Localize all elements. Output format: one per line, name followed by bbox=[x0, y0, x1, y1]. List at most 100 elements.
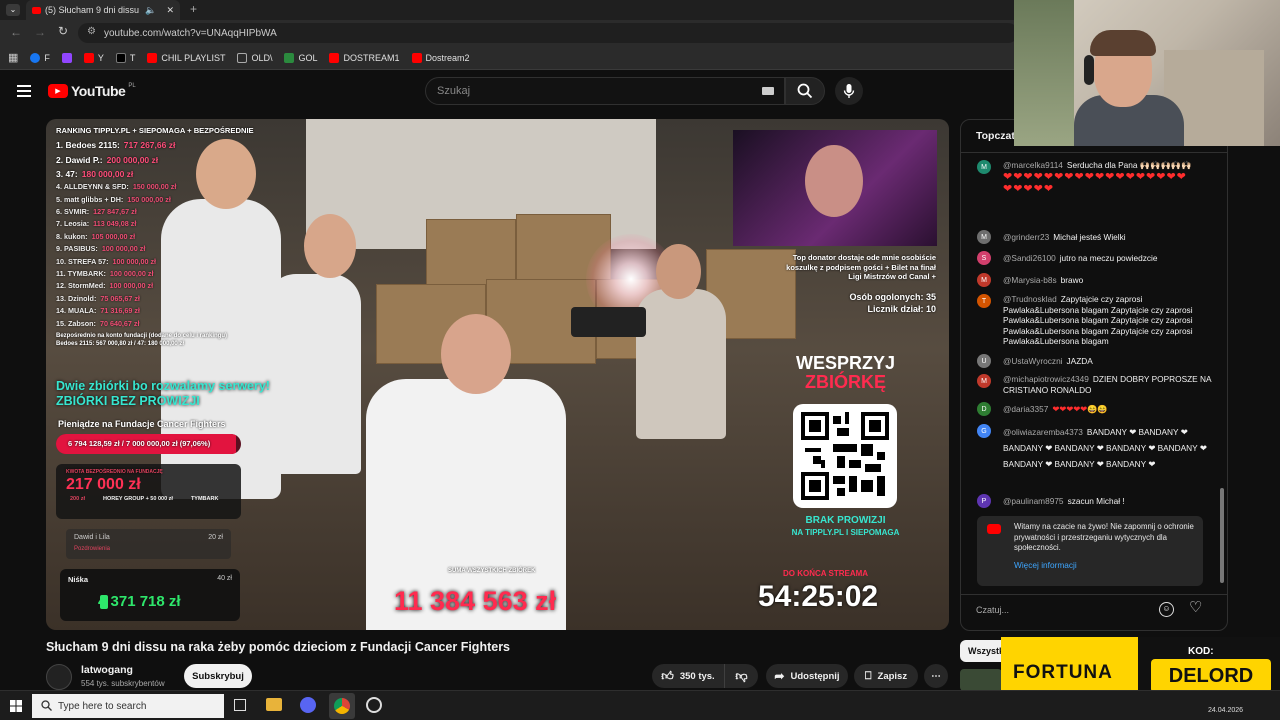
facebook-icon bbox=[30, 52, 41, 63]
channel-name[interactable]: latwogang bbox=[81, 664, 133, 676]
subscribe-button[interactable]: Subskrybuj bbox=[184, 664, 252, 688]
more-actions-button[interactable]: ⋯ bbox=[924, 664, 948, 688]
scrollbar-thumb[interactable] bbox=[1220, 488, 1224, 583]
emoji-icon[interactable]: ☺ bbox=[1159, 602, 1174, 617]
chat-author[interactable]: @Sandi26100 bbox=[1003, 253, 1056, 263]
tab-menu-button[interactable]: ⌄ bbox=[6, 4, 20, 16]
ranking-name: 11. TYMBARK: bbox=[56, 269, 106, 279]
bookmark-folder-old[interactable]: OLD\ bbox=[237, 52, 272, 63]
taskbar-date: 24.04.2026 bbox=[1208, 707, 1244, 714]
avatar: M bbox=[977, 160, 991, 174]
ranking-list: 1. Bedoes 2115: 717 267,66 zł 2. Dawid P.:… bbox=[56, 138, 254, 330]
ranking-amount: 127 847,67 zł bbox=[93, 207, 137, 216]
bookmark-chil-playlist[interactable]: CHIL PLAYLIST bbox=[147, 52, 225, 63]
taskbar-search-placeholder: Type here to search bbox=[58, 700, 147, 712]
chrome-taskbar-item[interactable] bbox=[329, 693, 355, 719]
search-input[interactable]: Szukaj bbox=[425, 77, 785, 105]
windows-start-icon[interactable] bbox=[10, 700, 22, 712]
donator-camera-inset bbox=[733, 130, 937, 246]
chat-scrollbar[interactable] bbox=[1219, 158, 1225, 588]
keyboard-icon[interactable] bbox=[762, 87, 774, 95]
audio-icon[interactable]: 🔈 bbox=[145, 5, 156, 16]
youtube-wordmark: YouTube bbox=[71, 83, 126, 99]
browser-tab[interactable]: (5) Słucham 9 dni dissu na r 🔈 ✕ bbox=[26, 0, 180, 20]
thumbs-up-icon: 👍︎ bbox=[661, 668, 674, 683]
donor-sponsor: TYMBARK bbox=[190, 496, 219, 502]
avatar: P bbox=[977, 494, 991, 508]
bookmark-dostream2[interactable]: Dostream2 bbox=[411, 52, 470, 63]
ranking-amount: 200 000,00 zł bbox=[106, 154, 159, 165]
reload-icon[interactable]: ↻ bbox=[58, 24, 68, 38]
hamburger-menu-icon[interactable] bbox=[17, 85, 31, 97]
chat-author[interactable]: @paulinam8975 bbox=[1003, 496, 1064, 506]
youtube-icon bbox=[987, 524, 1001, 534]
bookmark-x[interactable]: T bbox=[115, 52, 135, 63]
file-explorer-icon[interactable] bbox=[266, 698, 282, 711]
address-bar[interactable]: ⚙ youtube.com/watch?v=UNAqqHIPbWA bbox=[78, 23, 1018, 43]
chat-author[interactable]: @michapiotrowicz4349 bbox=[1003, 374, 1089, 384]
divider bbox=[961, 152, 1227, 153]
chat-author[interactable]: @grinderr23 bbox=[1003, 232, 1049, 242]
close-tab-icon[interactable]: ✕ bbox=[166, 5, 174, 16]
donor-name: HOREY GROUP + 50 000 zł bbox=[102, 496, 173, 502]
ranking-row: 12. StormMed: 100 000,00 zł bbox=[56, 280, 254, 292]
like-button[interactable]: 👍︎ 350 tys. bbox=[652, 664, 724, 688]
chat-author[interactable]: @marcelka9114 bbox=[1003, 160, 1063, 170]
sum-label: SUMA WSZYSTKICH ZBIÓREK bbox=[448, 568, 536, 574]
chat-author[interactable]: @UstaWyroczni bbox=[1003, 356, 1063, 366]
bald-man-head bbox=[441, 314, 511, 394]
heart-icon[interactable]: ♡ bbox=[1189, 598, 1202, 616]
donator-head bbox=[805, 145, 863, 217]
bookmark-facebook[interactable]: F bbox=[30, 52, 50, 63]
tab-title: (5) Słucham 9 dni dissu na r bbox=[45, 5, 141, 15]
back-icon[interactable]: ← bbox=[10, 25, 22, 39]
channel-avatar[interactable] bbox=[46, 664, 72, 690]
ranking-amount: 150 000,00 zł bbox=[132, 182, 177, 192]
chat-message: M @grinderr23 Michał jesteś Wielki bbox=[977, 230, 1217, 244]
more-info-link[interactable]: Więcej informacji bbox=[1014, 560, 1077, 570]
donor2-note: Pozdrowienia bbox=[74, 546, 111, 552]
bookmark-youtube[interactable]: Y bbox=[83, 52, 104, 63]
people-count: Osób ogolonych: 35 bbox=[849, 292, 936, 302]
divider bbox=[961, 594, 1227, 595]
avatar: M bbox=[977, 230, 991, 244]
dislike-button[interactable]: 👎︎ bbox=[724, 664, 758, 688]
ranking-amount: 717 267,66 zł bbox=[123, 140, 176, 151]
bookmark-twitch[interactable] bbox=[61, 52, 72, 63]
bookmark-dostream1[interactable]: DOSTREAM1 bbox=[329, 52, 400, 63]
chat-author[interactable]: @oliwiazaremba4373 bbox=[1003, 427, 1083, 437]
chat-author[interactable]: @Marysia-b8s bbox=[1003, 275, 1057, 285]
taskbar-search-input[interactable]: Type here to search bbox=[32, 694, 224, 718]
forward-icon[interactable]: → bbox=[34, 25, 46, 39]
share-button[interactable]: ➦ Udostępnij bbox=[766, 664, 848, 688]
voice-search-button[interactable] bbox=[835, 77, 863, 105]
site-info-icon[interactable]: ⚙ bbox=[87, 26, 96, 37]
bookmark-gol[interactable]: GOL bbox=[284, 52, 317, 63]
chat-author[interactable]: @daria3357 bbox=[1003, 404, 1048, 414]
chat-author[interactable]: @Trudnosklad bbox=[1003, 294, 1057, 304]
search-button[interactable] bbox=[785, 77, 825, 105]
task-view-icon[interactable] bbox=[234, 699, 246, 711]
share-icon: ➦ bbox=[774, 669, 785, 683]
youtube-logo[interactable]: ▶ YouTube PL bbox=[48, 83, 136, 99]
fortuna-logo: FORTUNA bbox=[1013, 662, 1113, 683]
chat-notice-text: Witamy na czacie na żywo! Nie zapomnij o… bbox=[1014, 522, 1194, 552]
search-placeholder: Szukaj bbox=[437, 85, 471, 97]
apps-grid-icon[interactable]: ▦ bbox=[8, 51, 18, 64]
ranking-name: 2. Dawid P.: bbox=[56, 154, 103, 165]
ranking-amount: 71 316,69 zł bbox=[100, 306, 140, 316]
new-tab-icon[interactable]: + bbox=[190, 2, 197, 16]
ranking-title: RANKING TIPPLY.PL + SIEPOMAGA + BEZPOŚRE… bbox=[56, 126, 254, 135]
ranking-row: 6. SVMIR: 127 847,67 zł bbox=[56, 206, 254, 218]
ranking-row: 2. Dawid P.: 200 000,00 zł bbox=[56, 153, 254, 167]
ranking-row: 15. Zabson: 70 640,67 zł bbox=[56, 318, 254, 330]
obs-icon[interactable] bbox=[366, 697, 382, 713]
chat-header-title[interactable]: Topczat bbox=[976, 130, 1015, 142]
chat-input[interactable]: Czatuj... bbox=[976, 598, 1156, 622]
video-player[interactable]: RANKING TIPPLY.PL + SIEPOMAGA + BEZPOŚRE… bbox=[46, 119, 949, 630]
countdown-timer: 54:25:02 bbox=[758, 580, 879, 613]
discord-icon[interactable] bbox=[300, 697, 316, 713]
save-button[interactable]: ⎕ Zapisz bbox=[854, 664, 918, 688]
youtube-icon bbox=[411, 52, 422, 63]
recommended-thumbnail[interactable] bbox=[960, 669, 1002, 691]
